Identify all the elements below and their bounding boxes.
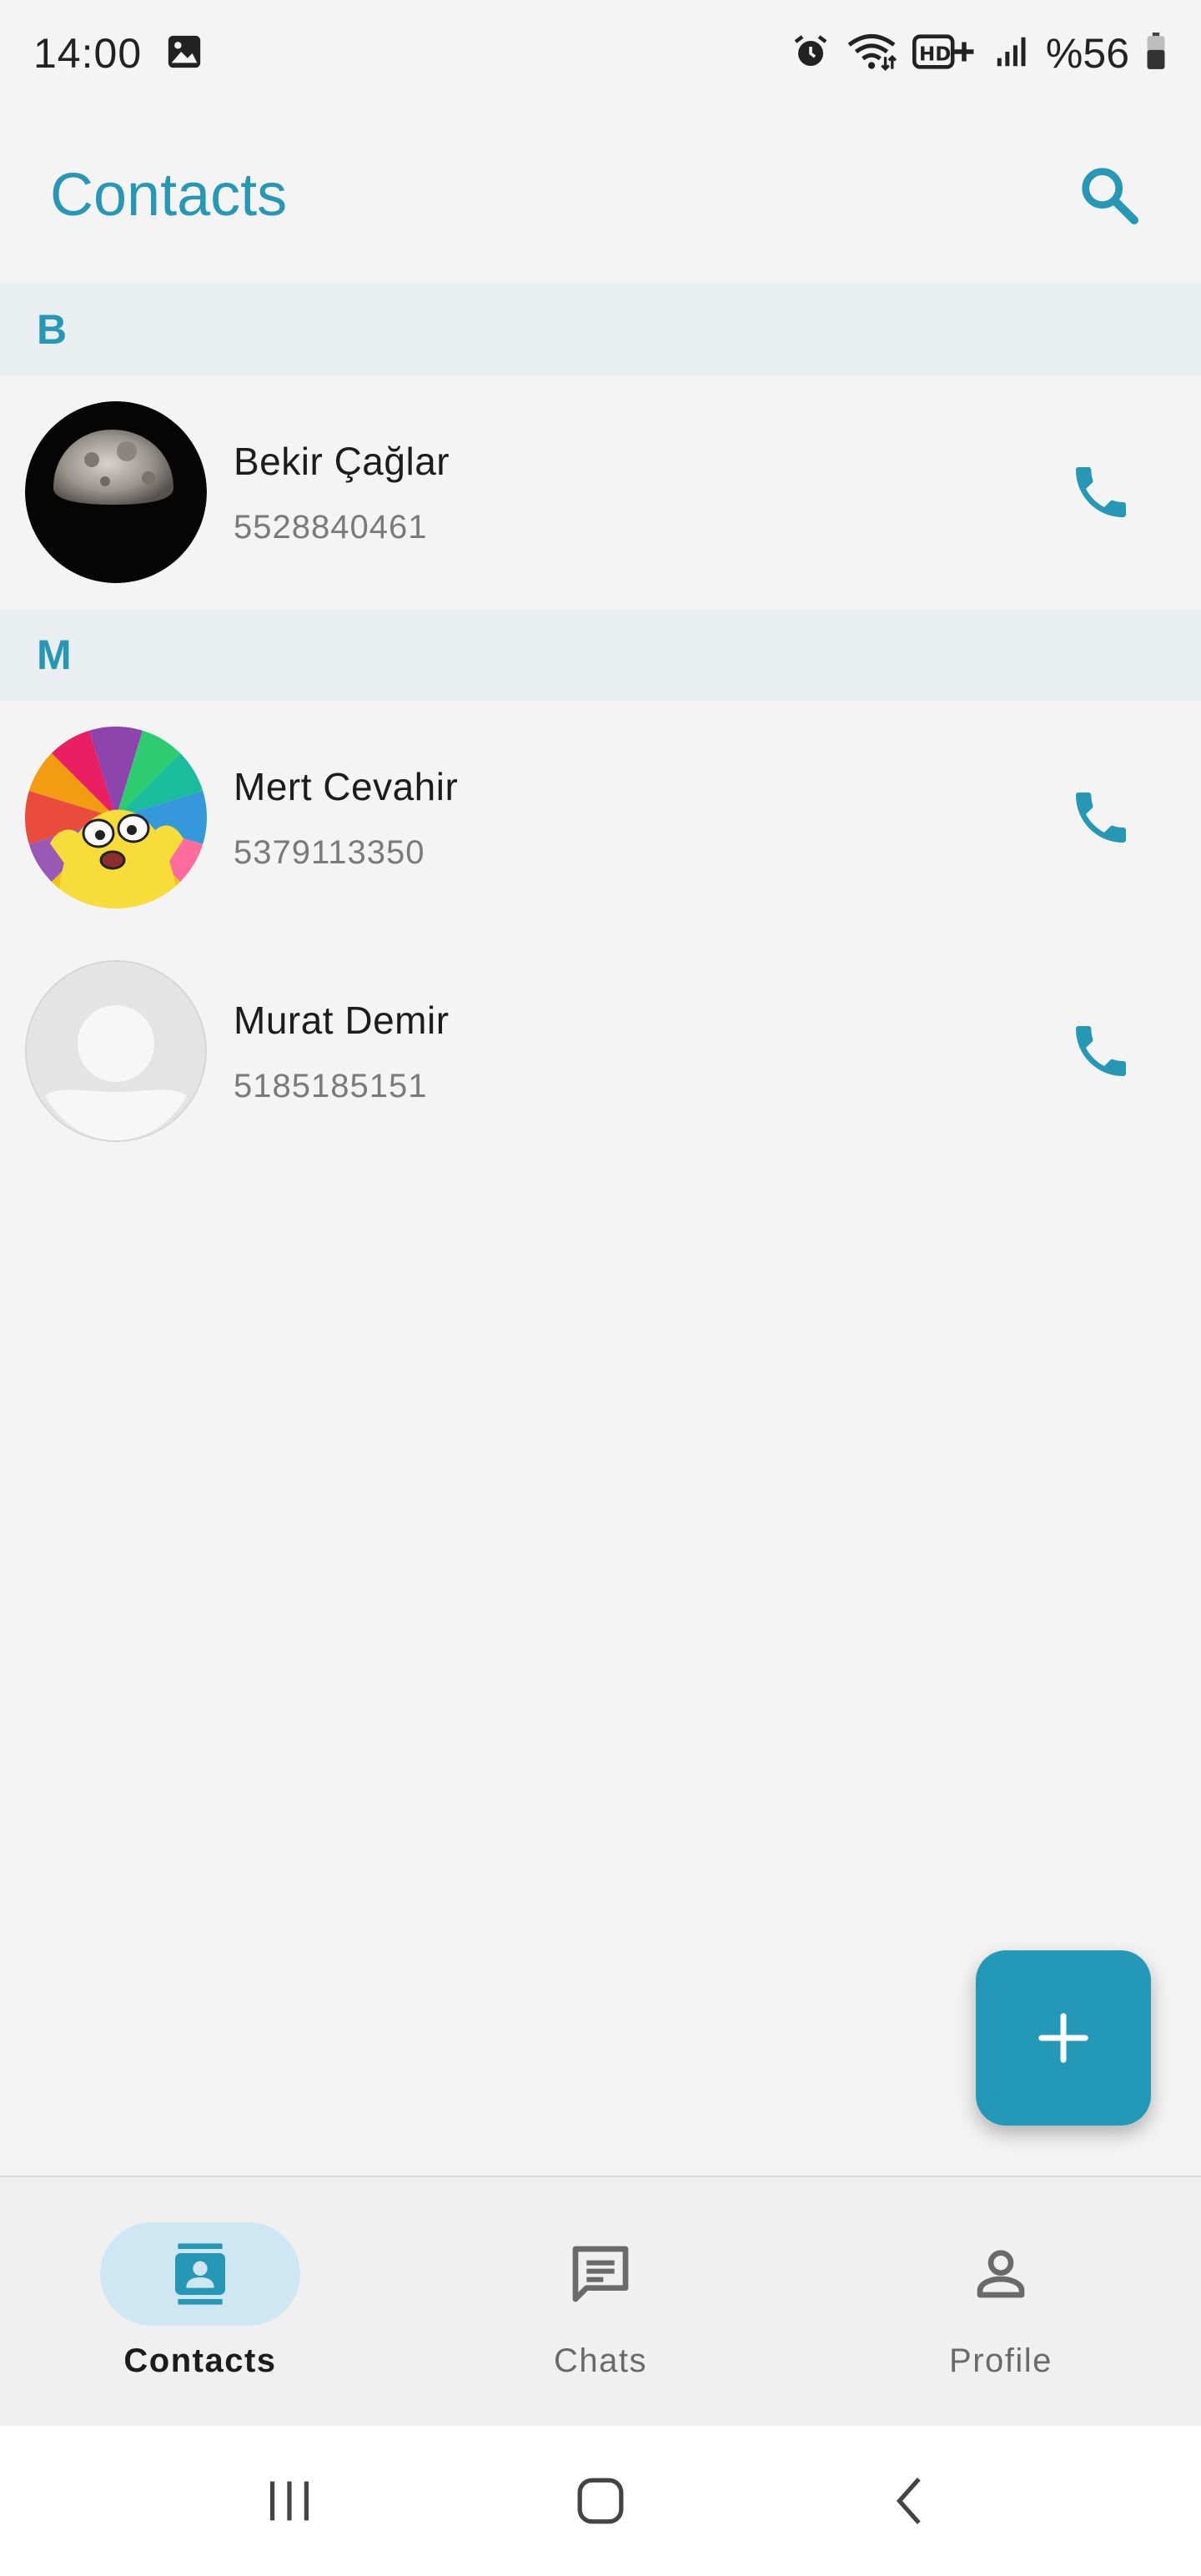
contact-row[interactable]: Bekir Çağlar 5528840461 — [0, 375, 1201, 609]
alarm-icon — [791, 32, 831, 76]
avatar — [25, 960, 207, 1142]
search-icon — [1082, 168, 1138, 224]
nav-label: Chats — [554, 2342, 647, 2379]
person-icon — [977, 2250, 1025, 2298]
home-icon — [577, 2478, 624, 2524]
nav-item-contacts[interactable]: Contacts — [75, 2222, 325, 2380]
back-icon — [897, 2478, 922, 2524]
contact-phone: 5185185151 — [234, 1067, 428, 1104]
moon-avatar-image — [25, 401, 207, 583]
status-bar: 14:00 HD %56 — [0, 0, 1201, 107]
section-header-m: M — [0, 609, 1201, 701]
contact-list: B Bekir Çağlar 5528840461 M Mert Cevahir… — [0, 284, 1201, 1168]
default-person-avatar — [25, 960, 207, 1142]
image-icon — [165, 33, 204, 75]
contact-name: Mert Cevahir — [234, 764, 459, 808]
recent-apps-button[interactable] — [239, 2451, 339, 2551]
hd-plus-icon: HD — [912, 33, 977, 75]
system-nav-bar — [0, 2426, 1201, 2576]
phone-icon — [1076, 1026, 1126, 1076]
svg-text:HD: HD — [919, 43, 951, 65]
call-button[interactable] — [1051, 442, 1151, 542]
bottom-nav: Contacts Chats Profile — [0, 2176, 1201, 2426]
page-title: Contacts — [50, 162, 288, 229]
contact-phone: 5528840461 — [234, 508, 428, 546]
app-header: Contacts — [0, 107, 1201, 284]
avatar — [25, 401, 207, 583]
contact-row[interactable]: Murat Demir 5185185151 — [0, 934, 1201, 1168]
contact-row[interactable]: Mert Cevahir 5379113350 — [0, 701, 1201, 934]
status-time: 14:00 — [33, 30, 143, 77]
wifi-icon — [846, 31, 897, 77]
chat-icon — [572, 2246, 629, 2302]
signal-icon — [992, 33, 1031, 75]
contact-name: Bekir Çağlar — [234, 439, 450, 483]
back-button[interactable] — [862, 2451, 962, 2551]
call-button[interactable] — [1051, 767, 1151, 868]
nav-label: Contacts — [123, 2342, 277, 2379]
phone-icon — [1076, 467, 1126, 517]
nav-item-profile[interactable]: Profile — [876, 2222, 1126, 2380]
search-button[interactable] — [1068, 153, 1151, 237]
contacts-icon — [175, 2243, 225, 2305]
nav-item-chats[interactable]: Chats — [475, 2222, 726, 2380]
battery-percentage: %56 — [1045, 30, 1129, 77]
phone-icon — [1076, 792, 1126, 843]
battery-icon — [1144, 32, 1168, 75]
add-contact-button[interactable] — [976, 1950, 1151, 2126]
nav-label: Profile — [949, 2342, 1053, 2379]
recent-apps-icon — [269, 2481, 309, 2521]
section-header-b: B — [0, 284, 1201, 375]
plus-icon — [1038, 2013, 1088, 2063]
contact-name: Murat Demir — [234, 998, 450, 1042]
contact-phone: 5379113350 — [234, 833, 425, 871]
cartoon-avatar-image — [25, 727, 207, 908]
avatar — [25, 727, 207, 908]
call-button[interactable] — [1051, 1001, 1151, 1101]
home-button[interactable] — [550, 2451, 651, 2551]
